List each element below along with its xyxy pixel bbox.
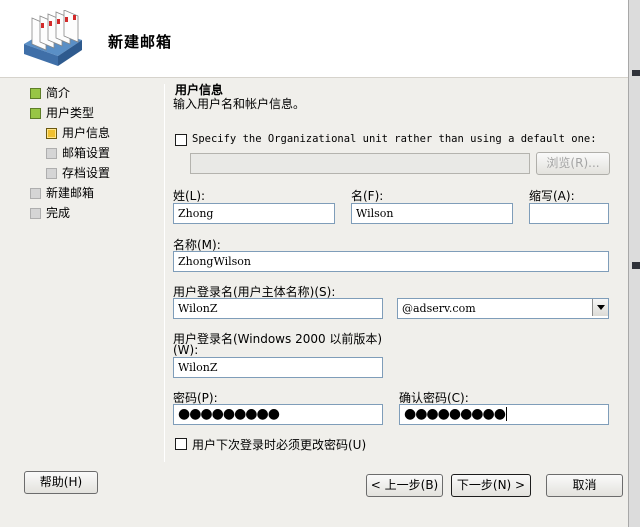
step-current-icon [46,128,57,139]
last-name-label: 姓(L): [173,189,206,203]
initials-input[interactable] [529,203,609,224]
wizard-header: 新建邮箱 [0,0,628,78]
step-label: 邮箱设置 [62,146,111,160]
help-button[interactable]: 帮助(H) [24,471,98,494]
edge-mark [632,262,640,269]
specify-ou-label: Specify the Organizational unit rather t… [192,133,597,145]
step-pending-icon [30,188,41,199]
upn-input[interactable]: WilonZ [173,298,383,319]
back-button[interactable]: < 上一步(B) [366,474,443,497]
first-name-input[interactable]: Wilson [351,203,513,224]
next-button[interactable]: 下一步(N) > [451,474,531,497]
step-pending-icon [46,148,57,159]
sam-label-line2: (W): [173,343,199,357]
step-label: 简介 [46,86,71,100]
step-label: 用户类型 [46,106,95,120]
section-description: 输入用户名和帐户信息。 [173,97,306,111]
domain-dropdown[interactable]: @adserv.com [397,298,609,319]
cancel-button[interactable]: 取消 [546,474,623,497]
step-pending-icon [30,208,41,219]
step-label: 新建邮箱 [46,186,95,200]
new-mailbox-wizard-window: 新建邮箱 简介 用户类型 用户信息 邮箱设置 存档设置 新建邮箱 完成 用户信息… [0,0,628,527]
last-name-input[interactable]: Zhong [173,203,335,224]
sam-account-input[interactable]: WilonZ [173,357,383,378]
nav-divider [164,84,165,462]
background-window-edge [628,0,640,527]
confirm-password-input[interactable]: ●●●●●●●●● [399,404,609,425]
must-change-password-label: 用户下次登录时必须更改密码(U) [192,438,367,452]
mailbox-stack-icon [24,10,82,66]
specify-ou-checkbox[interactable] [175,134,187,146]
password-input[interactable]: ●●●●●●●●● [173,404,383,425]
browse-button[interactable]: 浏览(R)... [536,152,610,175]
step-complete-icon [30,88,41,99]
step-label: 完成 [46,206,71,220]
text-caret [505,407,507,421]
confirm-password-value: ●●●●●●●●● [404,406,506,422]
sam-label-line1: 用户登录名(Windows 2000 以前版本) [173,332,383,346]
edge-mark [632,70,640,76]
wizard-title: 新建邮箱 [108,33,173,51]
first-name-label: 名(F): [351,189,384,203]
initials-label: 缩写(A): [529,189,575,203]
ou-path-field[interactable] [190,153,530,174]
step-label: 用户信息 [62,126,111,140]
step-complete-icon [30,108,41,119]
must-change-password-checkbox[interactable] [175,438,187,450]
step-pending-icon [46,168,57,179]
domain-selected-value: @adserv.com [402,302,476,315]
dropdown-arrow-icon[interactable] [592,299,608,316]
display-name-input[interactable]: ZhongWilson [173,251,609,272]
step-label: 存档设置 [62,166,111,180]
